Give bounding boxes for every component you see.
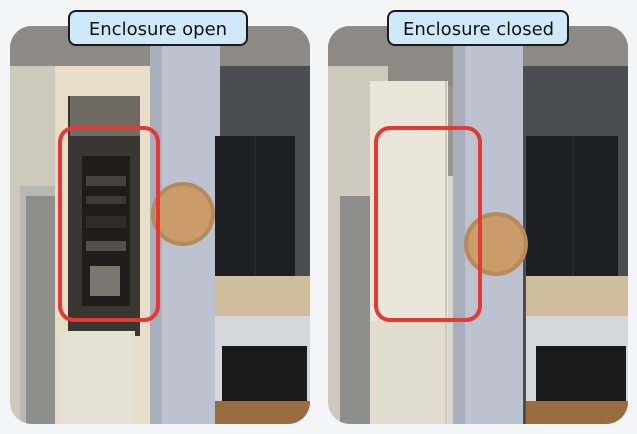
photo-enclosure-closed bbox=[328, 26, 628, 424]
label-enclosure-closed: Enclosure closed bbox=[387, 10, 569, 46]
photo-enclosure-open bbox=[10, 26, 310, 424]
label-enclosure-open: Enclosure open bbox=[68, 10, 248, 46]
